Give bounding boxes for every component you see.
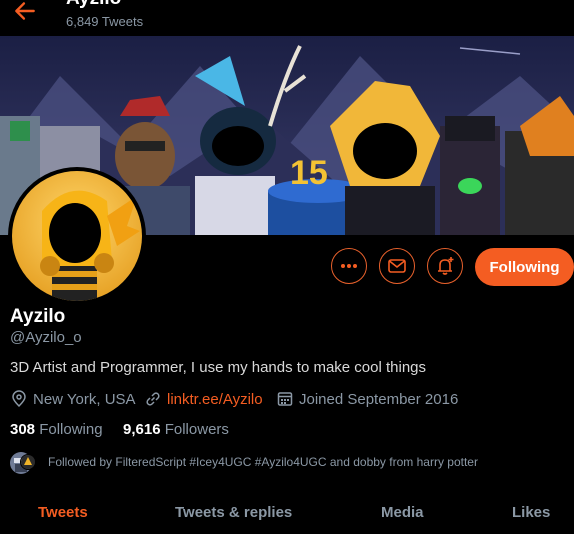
message-button[interactable]: [379, 248, 415, 284]
back-arrow-icon[interactable]: [12, 0, 38, 24]
location: New York, USA: [10, 390, 136, 408]
followed-by-text[interactable]: Followed by FilteredScript #Icey4UGC #Ay…: [48, 455, 478, 469]
tab-media[interactable]: Media: [381, 504, 424, 521]
followers-stat[interactable]: 9,616 Followers: [123, 421, 229, 438]
followers-label: Followers: [164, 421, 229, 438]
profile-tabs: Tweets Tweets & replies Media Likes: [0, 494, 574, 534]
profile-avatar[interactable]: [8, 167, 146, 305]
link-icon: [146, 392, 160, 406]
header-title: Ayzilo: [66, 0, 121, 10]
website[interactable]: linktr.ee/Ayzilo: [144, 390, 263, 408]
profile-bio: 3D Artist and Programmer, I use my hands…: [10, 359, 427, 376]
profile-name: Ayzilo: [10, 306, 66, 327]
following-stat[interactable]: 308 Following: [10, 421, 103, 438]
join-date-text: Joined September 2016: [299, 390, 459, 408]
tweet-count: 6,849 Tweets: [66, 14, 144, 29]
following-button[interactable]: Following: [475, 248, 574, 286]
envelope-icon: [388, 259, 406, 273]
following-label: Following: [39, 421, 103, 438]
notifications-button[interactable]: [427, 248, 463, 284]
location-pin-icon: [12, 390, 26, 408]
bell-plus-icon: [438, 257, 454, 275]
follower-avatar[interactable]: [20, 454, 36, 470]
more-options-button[interactable]: [331, 248, 367, 284]
website-link[interactable]: linktr.ee/Ayzilo: [167, 391, 263, 408]
tab-tweets-replies[interactable]: Tweets & replies: [175, 504, 292, 521]
calendar-icon: [277, 392, 293, 406]
join-date: Joined September 2016: [276, 390, 458, 408]
top-bar: Ayzilo 6,849 Tweets: [0, 0, 574, 36]
cake-number: 15: [290, 154, 328, 192]
followers-count: 9,616: [123, 421, 161, 438]
avatar-image: [12, 171, 142, 301]
following-count: 308: [10, 421, 36, 438]
tab-likes[interactable]: Likes: [512, 504, 550, 521]
more-icon: [341, 264, 357, 268]
profile-handle: @Ayzilo_o: [10, 329, 82, 346]
location-text: New York, USA: [33, 390, 136, 408]
tab-tweets[interactable]: Tweets: [38, 504, 88, 521]
